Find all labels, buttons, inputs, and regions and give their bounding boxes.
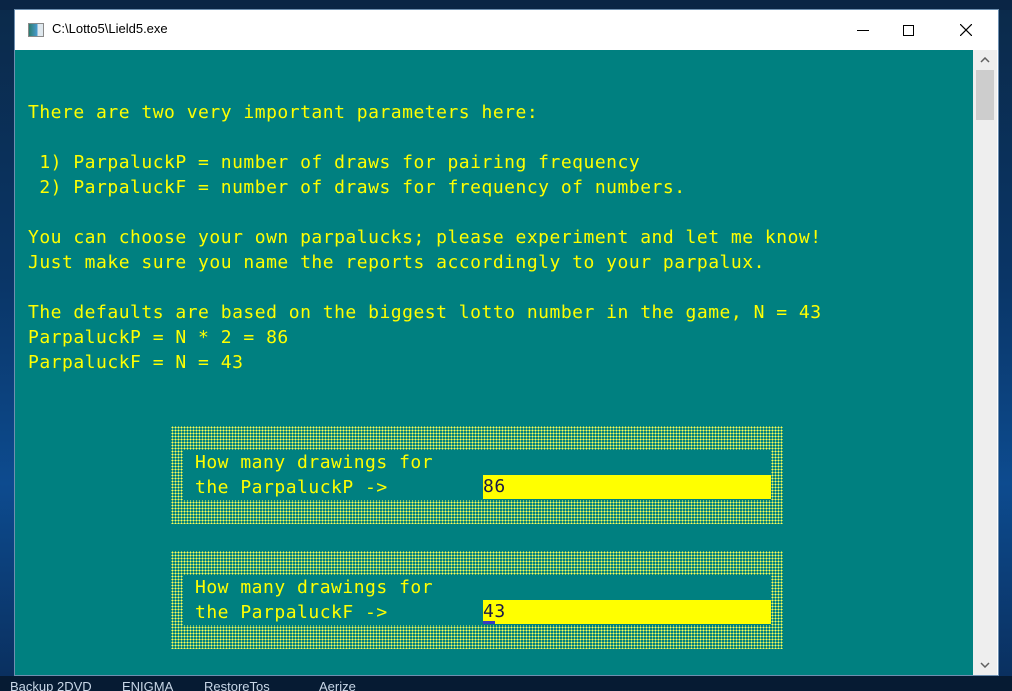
console-line: ParpaluckP = N * 2 = 86	[28, 327, 289, 348]
console-line: The defaults are based on the biggest lo…	[28, 302, 822, 323]
chevron-down-icon	[980, 662, 990, 668]
maximize-icon	[902, 24, 914, 36]
prompt-label-line1: How many drawings for	[195, 577, 434, 598]
scroll-thumb[interactable]	[976, 70, 994, 120]
console-line: There are two very important parameters …	[28, 102, 539, 123]
chevron-up-icon	[980, 57, 990, 63]
close-button[interactable]	[943, 10, 989, 50]
parpaluckf-prompt-panel: How many drawings for the ParpaluckF -> …	[171, 551, 783, 649]
prompt-label-line2: the ParpaluckF ->	[195, 602, 388, 623]
title-bar[interactable]: C:\Lotto5\Lield5.exe	[15, 10, 998, 50]
prompt-label-line1: How many drawings for	[195, 452, 434, 473]
minimize-button[interactable]	[840, 10, 886, 50]
window-title: C:\Lotto5\Lield5.exe	[52, 21, 168, 36]
minimize-icon	[857, 29, 869, 31]
scroll-up-button[interactable]	[973, 50, 997, 70]
console-line: ParpaluckF = N = 43	[28, 352, 244, 373]
console-line: 2) ParpaluckF = number of draws for freq…	[28, 177, 686, 198]
desktop-icon-labels: Backup 2DVD ENIGMA RestoreTos Aerize	[0, 676, 1012, 691]
console-line: 1) ParpaluckP = number of draws for pair…	[28, 152, 641, 173]
desktop-icon-label[interactable]: RestoreTos	[204, 679, 270, 691]
vertical-scrollbar[interactable]	[973, 50, 997, 675]
prompt-panel-inner: How many drawings for the ParpaluckP -> …	[183, 450, 771, 500]
text-cursor	[483, 621, 495, 624]
console-line: Just make sure you name the reports acco…	[28, 252, 765, 273]
prompt-panel-inner: How many drawings for the ParpaluckF -> …	[183, 575, 771, 625]
close-icon	[960, 24, 972, 36]
desktop-icon-label[interactable]: Aerize	[319, 679, 356, 691]
console-window: C:\Lotto5\Lield5.exe There are two very …	[14, 9, 999, 676]
prompt-label-line2: the ParpaluckP ->	[195, 477, 388, 498]
console-line: You can choose your own parpalucks; plea…	[28, 227, 822, 248]
parpaluckp-input[interactable]: 86	[483, 475, 771, 499]
parpaluckf-input[interactable]: 43	[483, 600, 771, 624]
maximize-button[interactable]	[885, 10, 931, 50]
console-output: There are two very important parameters …	[15, 50, 973, 675]
scroll-down-button[interactable]	[973, 655, 997, 675]
desktop-icon-label[interactable]: Backup 2DVD	[10, 679, 92, 691]
app-icon	[28, 23, 44, 37]
parpaluckp-prompt-panel: How many drawings for the ParpaluckP -> …	[171, 426, 783, 524]
desktop-icon-label[interactable]: ENIGMA	[122, 679, 173, 691]
